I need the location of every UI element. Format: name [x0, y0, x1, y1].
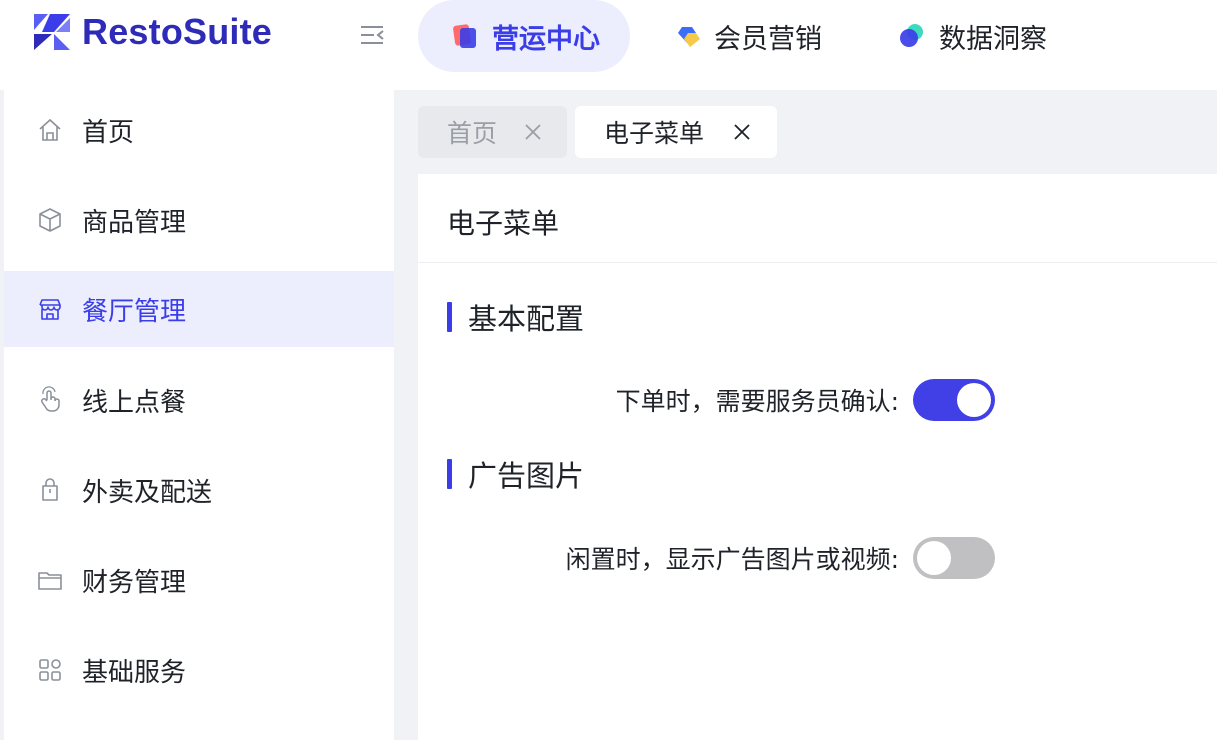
sidebar-item-finance[interactable]: 财务管理	[4, 542, 394, 618]
operations-icon	[453, 24, 476, 48]
section-title-text: 广告图片	[468, 459, 585, 493]
tab-electronic-menu[interactable]: 电子菜单	[575, 106, 777, 158]
tap-hand-icon	[41, 386, 60, 412]
idle-ads-toggle[interactable]	[913, 537, 995, 579]
grid-icon	[39, 659, 61, 681]
sidebar-item-label: 餐厅管理	[82, 296, 187, 327]
page-title: 电子菜单	[447, 207, 560, 240]
sidebar-item-online-ordering[interactable]: 线上点餐	[4, 362, 394, 438]
section-title-ad-images: 广告图片	[447, 457, 584, 493]
sidebar-item-label: 商品管理	[82, 207, 187, 238]
tab-label: 电子菜单	[604, 119, 705, 148]
membership-icon	[678, 27, 700, 47]
sidebar-item-home[interactable]: 首页	[4, 92, 394, 168]
brand-logo[interactable]: RestoSuite	[32, 10, 272, 54]
topnav-label: 营运中心	[492, 23, 600, 55]
sidebar-item-basic-services[interactable]: 基础服务	[4, 632, 394, 708]
collapse-menu-icon[interactable]	[358, 20, 388, 50]
divider	[418, 262, 1217, 263]
topnav-label: 会员营销	[714, 23, 822, 55]
sidebar-item-label: 基础服务	[82, 657, 187, 688]
top-header: RestoSuite 营运中心 会员营销 数据洞察	[0, 0, 1217, 90]
topnav-label: 数据洞察	[939, 23, 1047, 55]
sidebar-item-label: 线上点餐	[82, 387, 187, 418]
brand-name: RestoSuite	[82, 11, 273, 52]
box-icon	[39, 208, 61, 232]
section-title-text: 基本配置	[468, 302, 585, 336]
sidebar-item-delivery[interactable]: 外卖及配送	[4, 452, 394, 528]
home-icon	[39, 118, 61, 141]
close-icon[interactable]	[732, 122, 752, 142]
sidebar-item-label: 外卖及配送	[82, 477, 213, 508]
toggle-knob	[917, 541, 951, 575]
folder-icon	[38, 572, 62, 590]
topnav-insights[interactable]: 数据洞察	[897, 0, 1047, 72]
topnav-membership[interactable]: 会员营销	[672, 0, 822, 72]
section-accent-bar	[447, 459, 452, 489]
tab-label: 首页	[447, 119, 498, 148]
sidebar: 首页 商品管理 餐厅管理 线上点餐 外卖及配送 财务管理 基础服务	[4, 90, 394, 740]
field-label-idle-ads: 闲置时，显示广告图片或视频:	[565, 545, 899, 574]
sidebar-item-products[interactable]: 商品管理	[4, 182, 394, 258]
insights-icon	[900, 24, 923, 47]
main-panel: 电子菜单 基本配置 下单时，需要服务员确认: 广告图片 闲置时，显示广告图片或视…	[418, 174, 1217, 740]
sidebar-item-label: 财务管理	[82, 567, 187, 598]
restosuite-logo-icon	[34, 14, 70, 50]
sidebar-item-restaurant[interactable]: 餐厅管理	[4, 271, 394, 347]
toggle-knob	[957, 383, 991, 417]
field-label-waiter-confirm: 下单时，需要服务员确认:	[615, 387, 899, 416]
tab-home[interactable]: 首页	[418, 106, 567, 158]
bag-icon	[42, 478, 58, 501]
section-accent-bar	[447, 302, 452, 332]
store-icon	[39, 299, 61, 320]
close-icon[interactable]	[523, 122, 543, 142]
waiter-confirm-toggle[interactable]	[913, 379, 995, 421]
topnav-operations[interactable]: 营运中心	[418, 0, 630, 72]
section-title-basic-config: 基本配置	[447, 300, 584, 336]
sidebar-item-label: 首页	[82, 117, 135, 148]
